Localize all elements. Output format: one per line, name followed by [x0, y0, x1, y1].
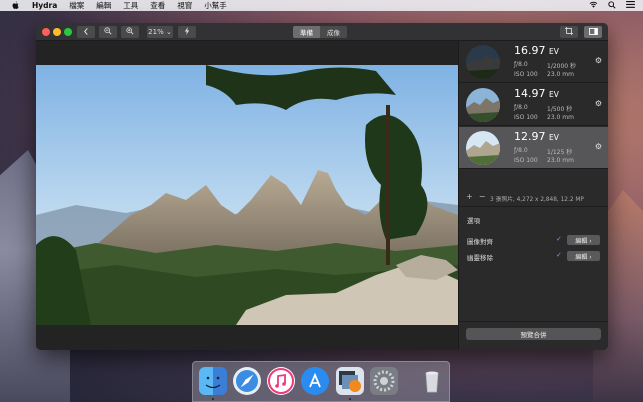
- zoom-out-icon: [104, 27, 112, 37]
- maximize-button[interactable]: [64, 28, 72, 36]
- bracket-iso: ISO 100: [514, 71, 538, 78]
- safari-icon[interactable]: [233, 367, 261, 395]
- bracket-row-selected[interactable]: 12.97 EV ƒ/8.0 1/125 秒 ISO 100 23.0 mm ⚙: [459, 127, 608, 169]
- zoom-in-button[interactable]: [121, 26, 139, 38]
- bracket-ev: 14.97 EV: [514, 87, 559, 100]
- bracket-iso: ISO 100: [514, 157, 538, 164]
- bracket-ev: 16.97 EV: [514, 44, 559, 57]
- bracket-aperture: ƒ/8.0: [514, 104, 528, 111]
- menu-edit[interactable]: 編輯: [96, 0, 111, 11]
- bracket-focal: 23.0 mm: [547, 71, 574, 78]
- zoom-level-select[interactable]: 21% ⌄: [147, 26, 173, 38]
- menu-window[interactable]: 視窗: [177, 0, 192, 11]
- menu-app-name[interactable]: Hydra: [32, 1, 57, 10]
- edit-alignment-button[interactable]: 編輯 ›: [567, 235, 600, 245]
- bracket-thumbnail: [466, 131, 500, 165]
- minimize-button[interactable]: [53, 28, 61, 36]
- bracket-row[interactable]: 14.97 EV ƒ/8.0 1/500 秒 ISO 100 23.0 mm ⚙: [459, 84, 608, 126]
- option-row-alignment: 圖像對齊 ✓ 編輯 ›: [467, 235, 603, 246]
- menu-tools[interactable]: 工具: [123, 0, 138, 11]
- bracket-shutter: 1/500 秒: [547, 106, 573, 113]
- finder-icon[interactable]: [199, 367, 227, 395]
- edit-deghost-button[interactable]: 編輯 ›: [567, 251, 600, 261]
- sidebar-icon: [588, 27, 598, 37]
- preview-merge-button[interactable]: 預覽合併: [466, 328, 601, 340]
- bracket-aperture: ƒ/8.0: [514, 147, 528, 154]
- tab-imaging[interactable]: 成像: [320, 26, 347, 38]
- apple-icon[interactable]: [10, 0, 20, 11]
- list-icon[interactable]: [626, 1, 635, 10]
- gear-icon[interactable]: ⚙: [595, 99, 602, 108]
- checkmark-icon[interactable]: ✓: [556, 235, 562, 243]
- bracket-thumbnail: [466, 45, 500, 79]
- bracket-sidebar: 16.97 EV ƒ/8.0 1/2000 秒 ISO 100 23.0 mm …: [458, 41, 608, 350]
- option-label: 幽靈移除: [467, 254, 493, 262]
- menu-help[interactable]: 小幫手: [204, 0, 227, 11]
- lightning-icon: [184, 27, 190, 37]
- gear-icon[interactable]: ⚙: [595, 142, 602, 151]
- zoom-out-button[interactable]: [99, 26, 117, 38]
- bracket-row[interactable]: 16.97 EV ƒ/8.0 1/2000 秒 ISO 100 23.0 mm …: [459, 41, 608, 83]
- title-bar: 21% ⌄ 準備 成像: [36, 23, 608, 41]
- photo-preview[interactable]: [36, 65, 458, 325]
- search-icon[interactable]: [608, 0, 616, 11]
- gear-icon[interactable]: ⚙: [595, 56, 602, 65]
- bracket-aperture: ƒ/8.0: [514, 61, 528, 68]
- menu-file[interactable]: 檔案: [69, 0, 84, 11]
- dock: [192, 361, 450, 402]
- bracket-iso: ISO 100: [514, 114, 538, 121]
- crop-button[interactable]: [560, 26, 578, 38]
- bracket-thumbnail: [466, 88, 500, 122]
- zoom-in-icon: [126, 27, 134, 37]
- auto-button[interactable]: [178, 26, 196, 38]
- checkmark-icon[interactable]: ✓: [556, 251, 562, 259]
- itunes-icon[interactable]: [267, 367, 295, 395]
- option-label: 圖像對齊: [467, 238, 493, 246]
- options-title: 選項: [467, 217, 480, 225]
- menu-bar: Hydra 檔案 編輯 工具 查看 視窗 小幫手: [0, 0, 643, 11]
- back-button[interactable]: [77, 26, 95, 38]
- bracket-shutter: 1/2000 秒: [547, 63, 577, 70]
- bracket-focal: 23.0 mm: [547, 157, 574, 164]
- bracket-shutter: 1/125 秒: [547, 149, 573, 156]
- menu-view[interactable]: 查看: [150, 0, 165, 11]
- tab-prepare[interactable]: 準備: [293, 26, 320, 38]
- sidebar-toggle-button[interactable]: [584, 26, 602, 38]
- divider: [459, 321, 608, 322]
- close-button[interactable]: [42, 28, 50, 36]
- trash-icon[interactable]: [418, 367, 446, 395]
- running-indicator: [212, 398, 214, 400]
- add-remove-controls: + −: [466, 192, 491, 201]
- add-photo-button[interactable]: +: [466, 192, 473, 201]
- bracket-ev: 12.97 EV: [514, 130, 559, 143]
- app-store-icon[interactable]: [301, 367, 329, 395]
- hydra-icon[interactable]: [336, 367, 364, 395]
- bracket-focal: 23.0 mm: [547, 114, 574, 121]
- chevron-left-icon: [83, 27, 89, 37]
- hydra-window: 21% ⌄ 準備 成像 16.97 EV ƒ/8.0 1/2000 秒 ISO …: [36, 23, 608, 350]
- wifi-icon[interactable]: [589, 1, 598, 10]
- option-row-deghost: 幽靈移除 ✓ 編輯 ›: [467, 251, 603, 262]
- divider: [459, 206, 608, 207]
- system-preferences-icon[interactable]: [370, 367, 398, 395]
- mode-segmented-control: 準備 成像: [293, 26, 347, 38]
- crop-icon: [565, 27, 573, 37]
- running-indicator: [349, 398, 351, 400]
- photo-summary: 3 張照片, 4,272 x 2,848, 12.2 MP: [490, 197, 584, 203]
- remove-photo-button[interactable]: −: [479, 192, 486, 201]
